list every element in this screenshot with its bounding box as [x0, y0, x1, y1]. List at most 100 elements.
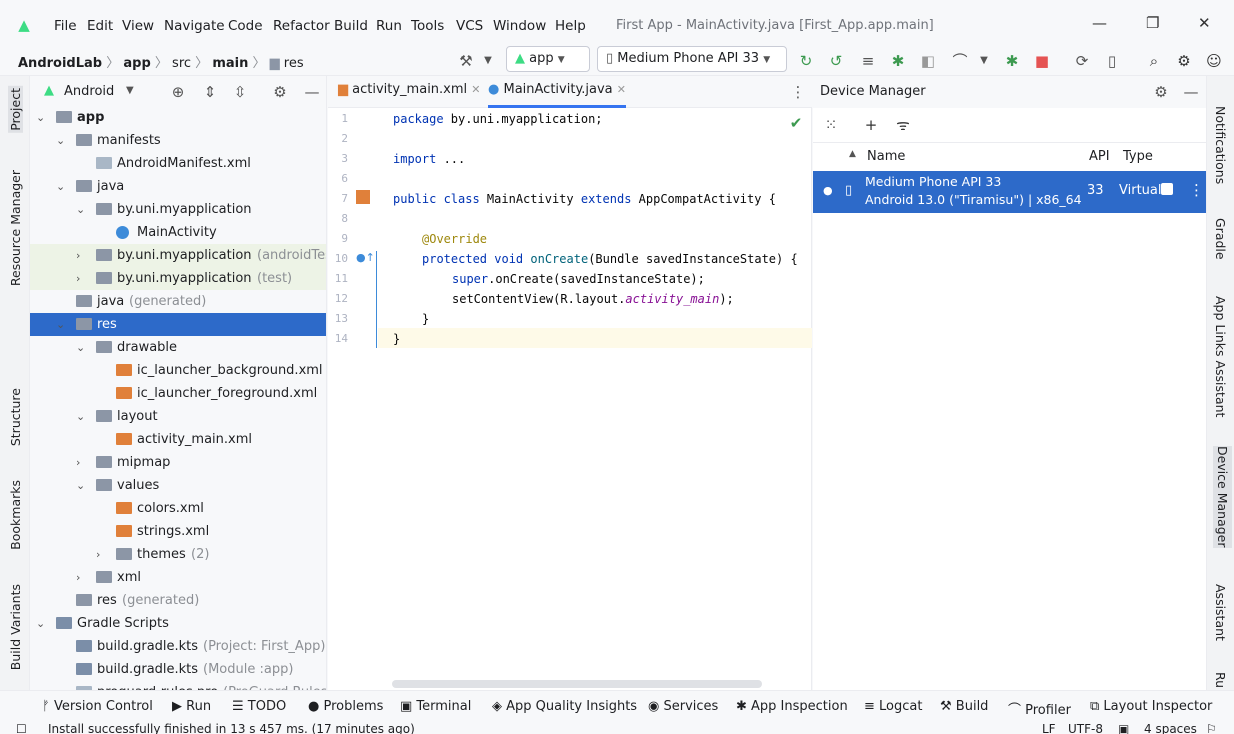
chevron-down-icon[interactable]: ⌄ [36, 612, 45, 635]
layout-gutter-icon[interactable] [356, 190, 370, 204]
tree-item[interactable]: › by.uni.myapplication (androidTest) [30, 244, 326, 267]
more-icon[interactable]: ⋮ [788, 83, 808, 101]
tree-item[interactable]: java (generated) [30, 290, 326, 313]
breadcrumb-main[interactable]: main [212, 56, 248, 71]
menu-refactor[interactable]: Refactor [273, 18, 330, 34]
tool-version-control[interactable]: ᚠ Version Control [42, 699, 153, 714]
horizontal-scrollbar[interactable] [392, 680, 762, 688]
chevron-down-icon[interactable]: ▼ [126, 85, 134, 96]
tree-item[interactable]: res (generated) [30, 589, 326, 612]
locate-icon[interactable]: ⊕ [168, 83, 188, 101]
wifi-pair-icon[interactable]: ᯤ [893, 116, 913, 134]
menu-navigate[interactable]: Navigate [164, 18, 225, 34]
tool-terminal[interactable]: ▣ Terminal [400, 699, 471, 714]
tab-mainactivity-java[interactable]: ● MainActivity.java ✕ [488, 82, 627, 108]
close-icon[interactable]: ✕ [1198, 14, 1211, 32]
readonly-icon[interactable]: ▣ [1118, 722, 1129, 734]
device-select[interactable]: ▯ Medium Phone API 33 ▼ [597, 46, 787, 72]
tab-structure[interactable]: Structure [8, 388, 23, 446]
device-checkbox[interactable] [1161, 183, 1173, 195]
tab-notifications[interactable]: Notifications [1213, 106, 1228, 184]
menu-build[interactable]: Build [334, 18, 368, 34]
chevron-down-icon[interactable]: ⌄ [56, 175, 65, 198]
tree-item[interactable]: › by.uni.myapplication (test) [30, 267, 326, 290]
chevron-right-icon[interactable]: › [76, 451, 80, 474]
file-encoding[interactable]: UTF-8 [1068, 722, 1103, 734]
tab-assistant[interactable]: Assistant [1213, 584, 1228, 641]
project-view-select[interactable]: Android [64, 84, 114, 99]
tool-run[interactable]: ▶ Run [172, 699, 211, 714]
profile-icon[interactable]: ⌒ [950, 52, 970, 70]
column-api[interactable]: API [1089, 149, 1110, 164]
chevron-right-icon[interactable]: › [76, 267, 80, 290]
tree-item[interactable]: › xml [30, 566, 326, 589]
chevron-down-icon[interactable]: ▼ [478, 52, 498, 70]
tree-item[interactable]: › mipmap [30, 451, 326, 474]
tree-item[interactable]: ⌄ res [30, 313, 326, 336]
breadcrumb-module[interactable]: app [123, 56, 150, 71]
tool-profiler[interactable]: ⌒ Profiler [1008, 699, 1071, 718]
tree-item[interactable]: ⌄ Gradle Scripts [30, 612, 326, 635]
sync-gradle-icon[interactable]: ⟳ [1072, 52, 1092, 70]
chevron-down-icon[interactable]: ⌄ [36, 106, 45, 129]
add-device-icon[interactable]: + [861, 116, 881, 134]
gear-icon[interactable]: ⚙ [270, 83, 290, 101]
tool-services[interactable]: ◉ Services [648, 699, 718, 714]
sort-ascending-icon[interactable]: ▲ [849, 149, 856, 159]
tree-item[interactable]: ic_launcher_background.xml [30, 359, 326, 382]
grid-icon[interactable]: ⁙ [821, 116, 841, 134]
tree-item[interactable]: colors.xml [30, 497, 326, 520]
tree-item[interactable]: ⌄ java [30, 175, 326, 198]
tool-app-inspection[interactable]: ✱ App Inspection [736, 699, 848, 714]
stop-icon[interactable]: ■ [1032, 52, 1052, 70]
more-icon[interactable]: ⋮ [1189, 181, 1204, 199]
override-gutter-icon[interactable]: ●↑ [356, 251, 375, 264]
chevron-down-icon[interactable]: ⌄ [76, 405, 85, 428]
minimize-icon[interactable]: — [1092, 14, 1107, 32]
chevron-right-icon[interactable]: › [76, 566, 80, 589]
collapse-all-icon[interactable]: ⇳ [230, 83, 250, 101]
restore-icon[interactable]: ❐ [1146, 14, 1159, 32]
menu-view[interactable]: View [122, 18, 154, 34]
tree-item[interactable]: ⌄ app [30, 106, 326, 129]
chevron-right-icon[interactable]: › [96, 543, 100, 566]
tab-app-links-assistant[interactable]: App Links Assistant [1213, 296, 1228, 417]
attach-debugger-icon[interactable]: ✱ [1002, 52, 1022, 70]
tab-gradle[interactable]: Gradle [1213, 218, 1228, 260]
tree-item[interactable]: ic_launcher_foreground.xml [30, 382, 326, 405]
tree-item[interactable]: ⌄ layout [30, 405, 326, 428]
hammer-icon[interactable]: ⚒ [456, 52, 476, 70]
menu-edit[interactable]: Edit [87, 18, 113, 34]
chevron-down-icon[interactable]: ▼ [974, 52, 994, 70]
expand-all-icon[interactable]: ⇕ [200, 83, 220, 101]
tab-bookmarks[interactable]: Bookmarks [8, 480, 23, 550]
tool-layout-inspector[interactable]: ⧉ Layout Inspector [1090, 699, 1212, 714]
chevron-down-icon[interactable]: ⌄ [56, 313, 65, 336]
tool-problems[interactable]: ● Problems [308, 699, 383, 714]
account-icon[interactable]: ☺ [1204, 52, 1224, 70]
apply-changes-icon[interactable]: ↺ [826, 52, 846, 70]
tab-resource-manager[interactable]: Resource Manager [8, 170, 23, 286]
status-square-icon[interactable]: ☐ [16, 722, 27, 734]
menu-run[interactable]: Run [376, 18, 402, 34]
chevron-down-icon[interactable]: ⌄ [76, 474, 85, 497]
menu-code[interactable]: Code [228, 18, 263, 34]
tree-item[interactable]: build.gradle.kts (Module :app) [30, 658, 326, 681]
status-message[interactable]: Install successfully finished in 13 s 45… [48, 722, 415, 734]
breadcrumb-res[interactable]: res [284, 56, 304, 71]
chevron-right-icon[interactable]: › [76, 244, 80, 267]
tool-app-quality-insights[interactable]: ◈ App Quality Insights [492, 699, 637, 714]
hide-icon[interactable]: — [1181, 83, 1201, 101]
tab-device-manager[interactable]: Device Manager [1213, 446, 1232, 548]
column-name[interactable]: Name [867, 149, 905, 164]
chevron-down-icon[interactable]: ⌄ [76, 336, 85, 359]
search-icon[interactable]: ⌕ [1144, 52, 1164, 70]
line-separator[interactable]: LF [1042, 722, 1056, 734]
tree-item[interactable]: AndroidManifest.xml [30, 152, 326, 175]
tool-todo[interactable]: ☰ TODO [232, 699, 286, 714]
rerun-icon[interactable]: ↻ [796, 52, 816, 70]
breadcrumb-project[interactable]: AndroidLab [18, 56, 102, 71]
menu-help[interactable]: Help [555, 18, 586, 34]
menu-file[interactable]: File [54, 18, 77, 34]
tool-logcat[interactable]: ≡ Logcat [864, 699, 922, 714]
